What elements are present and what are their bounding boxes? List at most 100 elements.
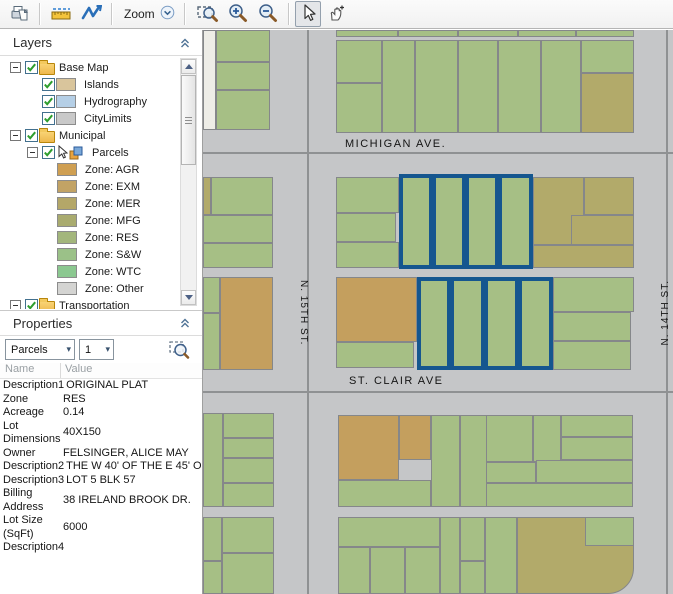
measure-button[interactable] [46, 1, 76, 27]
map-parcel[interactable] [216, 90, 270, 130]
map-parcel[interactable] [222, 553, 274, 594]
layer-tree-row[interactable]: Municipal [0, 127, 180, 144]
map-parcel[interactable] [584, 177, 634, 215]
map-parcel[interactable] [336, 40, 382, 83]
map-parcel[interactable] [336, 30, 398, 37]
map-parcel[interactable] [399, 415, 431, 460]
selected-parcel[interactable] [432, 174, 466, 269]
map-parcel[interactable] [223, 483, 274, 507]
map-parcel[interactable] [203, 517, 222, 561]
map-parcel[interactable] [336, 342, 414, 368]
map-parcel[interactable] [585, 517, 634, 546]
map-parcel[interactable] [203, 243, 273, 268]
map-parcel[interactable] [485, 517, 517, 594]
checkbox-box[interactable] [24, 61, 38, 74]
layer-tree-row[interactable]: Parcels [0, 144, 180, 161]
map-parcel[interactable] [398, 30, 458, 37]
selected-parcel[interactable] [399, 174, 433, 269]
map-parcel[interactable] [382, 40, 415, 133]
map-parcel[interactable] [518, 30, 576, 37]
map-parcel[interactable] [460, 415, 489, 507]
map-parcel[interactable] [431, 415, 460, 507]
layer-tree-row[interactable]: Base Map [0, 59, 180, 76]
map-parcel[interactable] [536, 460, 633, 483]
layer-tree-row[interactable]: Islands [0, 76, 180, 93]
expand-toggle[interactable] [24, 145, 40, 161]
layer-tree-row[interactable]: Zone: WTC [0, 263, 180, 280]
checkbox-box[interactable] [24, 129, 38, 142]
measure-path-button[interactable] [76, 1, 106, 27]
selected-parcel[interactable] [484, 277, 519, 370]
map-parcel[interactable] [561, 415, 633, 437]
record-select[interactable]: 1 ▾ [79, 339, 114, 360]
map-parcel[interactable] [223, 413, 274, 438]
map-parcel[interactable] [338, 547, 370, 594]
layer-checkbox[interactable] [23, 60, 39, 76]
layer-checkbox[interactable] [23, 298, 39, 309]
map-parcel[interactable] [220, 277, 273, 370]
map-parcel[interactable] [336, 213, 396, 242]
layer-checkbox[interactable] [23, 128, 39, 144]
select-tool-button[interactable] [294, 1, 321, 27]
checkbox-box[interactable] [41, 146, 55, 159]
collapse-minus-icon[interactable] [9, 130, 21, 141]
map-parcel[interactable] [203, 277, 220, 313]
map-parcel[interactable] [338, 415, 399, 480]
layer-tree-row[interactable]: Hydrography [0, 93, 180, 110]
map-parcel[interactable] [223, 438, 274, 458]
layers-scrollbar[interactable] [180, 58, 197, 306]
pan-tool-button[interactable] [321, 1, 351, 27]
map-parcel[interactable] [458, 30, 518, 37]
layer-tree-row[interactable]: Transportation [0, 297, 180, 309]
layer-tree-row[interactable]: Zone: MFG [0, 212, 180, 229]
map-parcel[interactable] [405, 547, 440, 594]
layer-checkbox[interactable] [40, 94, 56, 110]
selected-parcel[interactable] [417, 277, 451, 370]
layer-tree-row[interactable]: Zone: MER [0, 195, 180, 212]
map-parcel[interactable] [203, 561, 222, 594]
collapse-minus-icon[interactable] [9, 62, 21, 73]
print-button[interactable] [6, 1, 34, 27]
checkbox-box[interactable] [24, 299, 38, 309]
map-parcel[interactable] [486, 483, 633, 507]
map-parcel[interactable] [336, 83, 382, 133]
map-parcel[interactable] [370, 547, 405, 594]
map-parcel[interactable] [460, 517, 485, 561]
map-canvas[interactable]: MICHIGAN AVE. ST. CLAIR AVE N. 15TH ST. N. … [203, 30, 673, 594]
map-parcel[interactable] [203, 413, 223, 507]
map-parcel[interactable] [338, 480, 431, 507]
layer-tree-row[interactable]: Zone: S&W [0, 246, 180, 263]
map-parcel[interactable] [222, 517, 274, 553]
checkbox-box[interactable] [41, 95, 55, 108]
layer-tree-row[interactable]: Zone: Other [0, 280, 180, 297]
selected-parcel[interactable] [498, 174, 533, 269]
map-parcel[interactable] [440, 517, 460, 594]
zoom-menu-button[interactable]: Zoom [118, 1, 179, 27]
map-parcel[interactable] [486, 462, 536, 483]
layer-tree-row[interactable]: CityLimits [0, 110, 180, 127]
collapse-layers-icon[interactable] [178, 36, 192, 50]
zoom-in-button[interactable] [223, 1, 253, 27]
selected-parcel[interactable] [450, 277, 485, 370]
collapse-properties-icon[interactable] [178, 316, 192, 330]
map-parcel[interactable] [216, 62, 270, 90]
map-parcel[interactable] [203, 30, 216, 130]
zoom-window-button[interactable] [191, 1, 223, 27]
zoom-out-button[interactable] [253, 1, 283, 27]
scroll-down-button[interactable] [181, 290, 196, 305]
map-parcel[interactable] [216, 30, 270, 62]
checkbox-box[interactable] [41, 78, 55, 91]
layer-tree-row[interactable]: Zone: EXM [0, 178, 180, 195]
map-parcel[interactable] [571, 215, 634, 245]
layer-checkbox[interactable] [40, 111, 56, 127]
map-parcel[interactable] [203, 215, 273, 243]
zoom-to-selection-button[interactable] [168, 339, 190, 365]
map-parcel[interactable] [203, 177, 211, 215]
map-parcel[interactable] [211, 177, 273, 215]
map-parcel[interactable] [415, 40, 458, 133]
map-parcel[interactable] [533, 245, 634, 268]
map-parcel[interactable] [561, 437, 633, 460]
map-parcel[interactable] [460, 561, 485, 594]
map-parcel[interactable] [203, 313, 220, 370]
map-parcel[interactable] [541, 40, 581, 133]
